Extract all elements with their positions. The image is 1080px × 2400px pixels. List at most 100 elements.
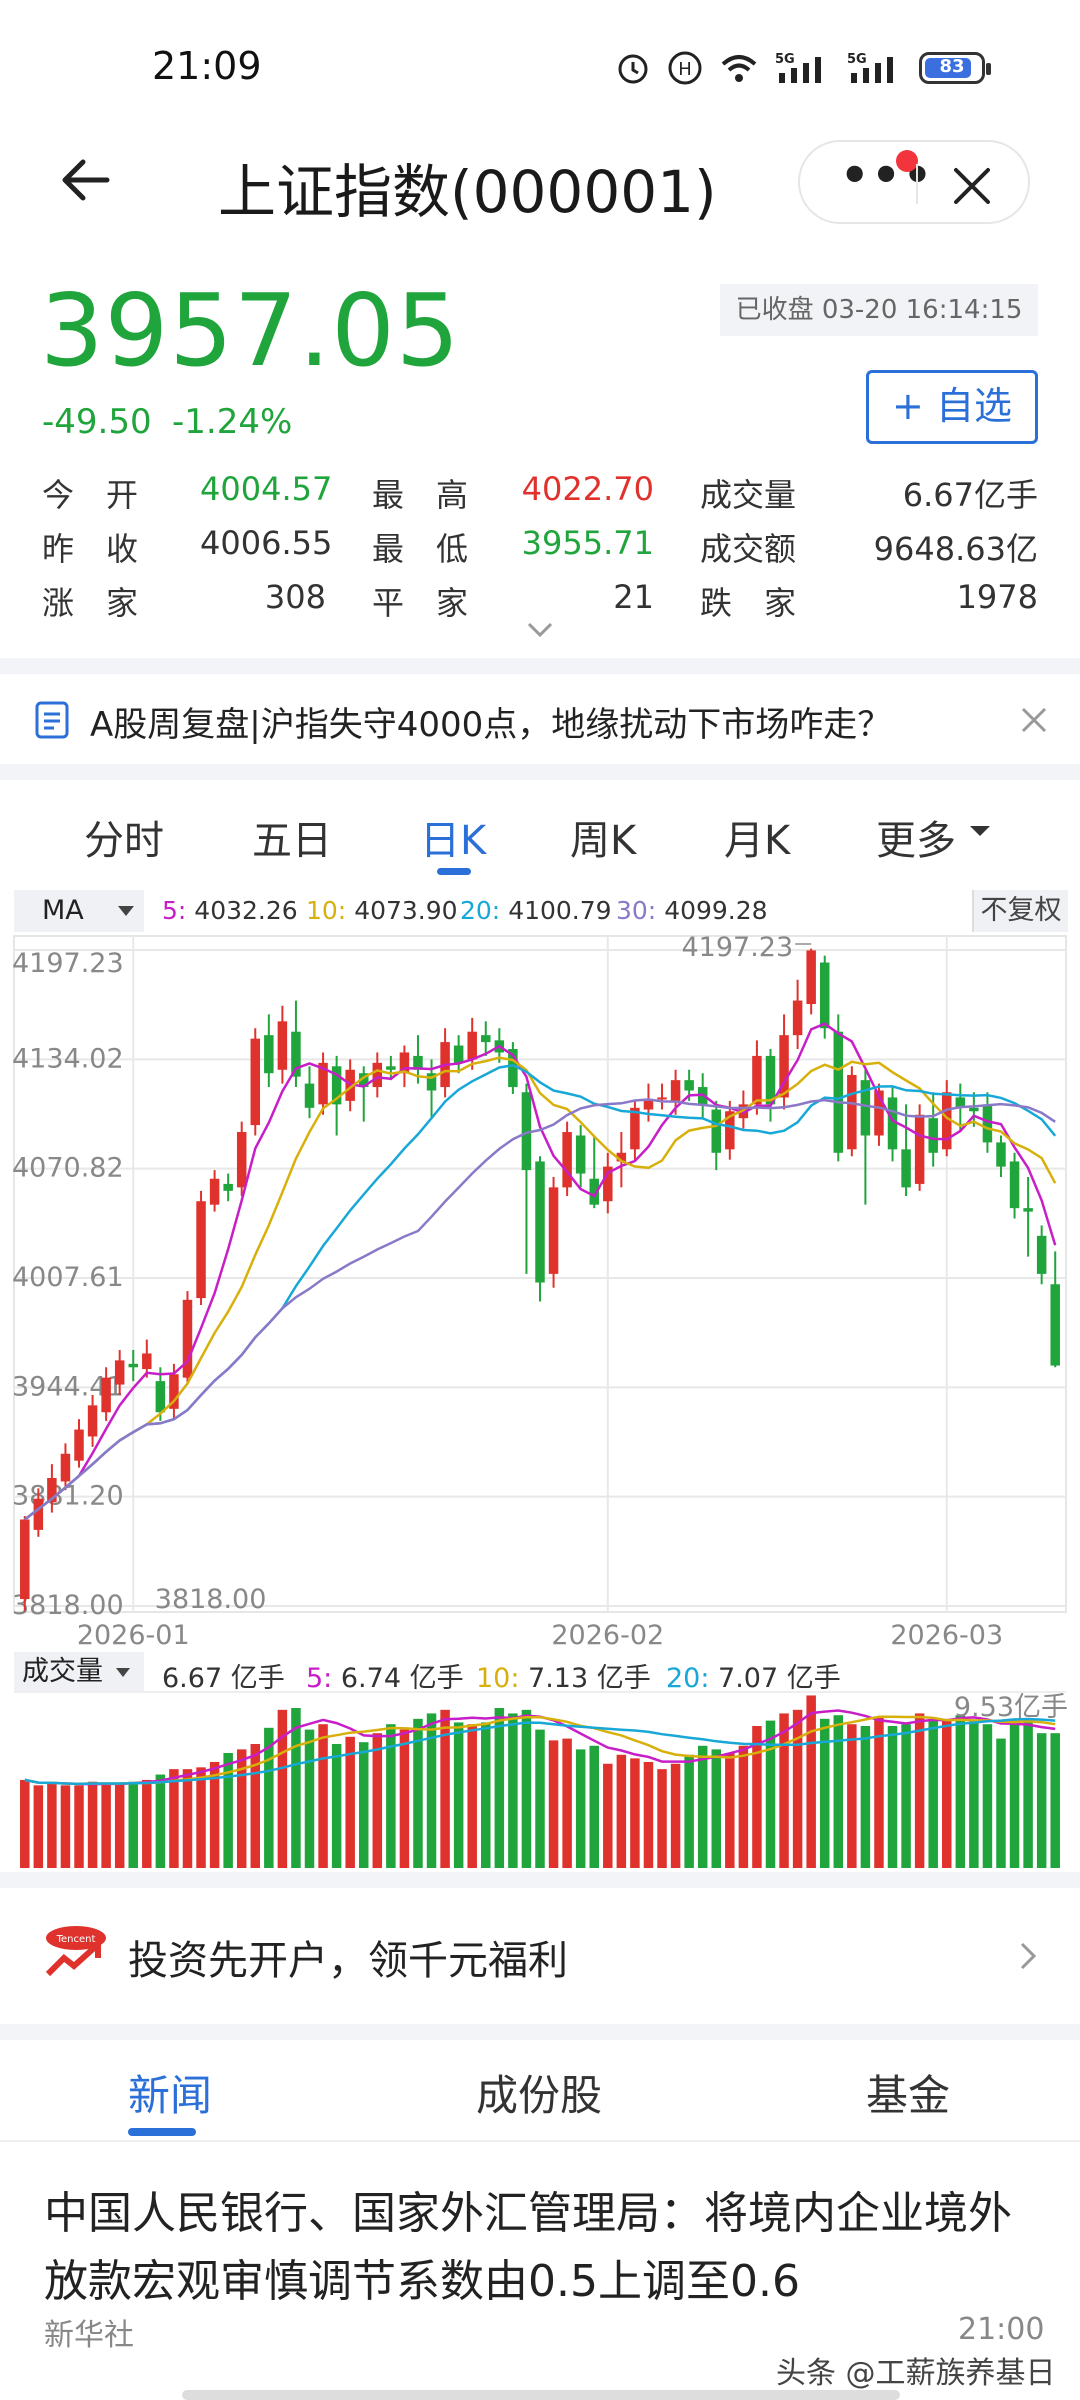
tab-weekly-k[interactable]: 周K (570, 808, 636, 866)
candle-body (1009, 1161, 1020, 1209)
tab-news[interactable]: 新闻 (128, 2062, 212, 2123)
stat-value-low: 3955.71 (521, 524, 654, 562)
candle-body (969, 1107, 979, 1112)
volume-bar (399, 1729, 410, 1868)
volume-bar (345, 1736, 355, 1868)
volume-bar (589, 1745, 599, 1868)
low-annotation: 3818.00 (155, 1584, 267, 1615)
volume-bar (535, 1729, 545, 1868)
candle-body (20, 1519, 30, 1600)
tab-monthly-k[interactable]: 月K (724, 808, 790, 866)
more-caret-icon (970, 826, 990, 836)
volume-bar (114, 1783, 125, 1868)
stat-value-up-count: 308 (264, 578, 326, 616)
chevron-right-icon[interactable] (1016, 1938, 1040, 1974)
volume-bar (182, 1769, 193, 1868)
close-icon[interactable] (950, 164, 994, 208)
stat-value-flat-count: 21 (613, 578, 654, 616)
candle-body (833, 1031, 844, 1153)
page-title: 上证指数(000001) (218, 158, 717, 226)
volume-bar (711, 1749, 722, 1868)
back-arrow-icon[interactable] (55, 150, 115, 210)
volume-bar (196, 1767, 206, 1868)
volume-bar (996, 1738, 1006, 1868)
candle-body (575, 1135, 586, 1174)
signal-icon-2: 5G (847, 52, 893, 83)
volume-bar (725, 1752, 735, 1868)
close-icon[interactable] (1018, 704, 1050, 736)
candle-body (128, 1363, 138, 1368)
volume-bar (901, 1724, 911, 1868)
promo-link[interactable]: 投资先开户，领千元福利 (128, 1928, 568, 1986)
battery-level: 83 (939, 56, 965, 77)
signal-icon-1: 5G (775, 52, 821, 83)
hd-icon: H (668, 51, 702, 85)
tab-intraday[interactable]: 分时 (84, 808, 164, 866)
candle-body (467, 1031, 477, 1060)
ma20-legend: 20: 4100.79 (460, 896, 612, 925)
volume-bar (1009, 1720, 1020, 1868)
volume-bar (928, 1718, 938, 1868)
volume-bar (155, 1774, 166, 1868)
svg-text:5G: 5G (775, 52, 795, 67)
candle-body (87, 1405, 98, 1437)
candle-body (101, 1377, 111, 1413)
volume-bar (453, 1722, 464, 1868)
volume-bar (575, 1749, 586, 1868)
candle-body (901, 1149, 911, 1188)
volume-bar (630, 1758, 640, 1868)
candle-body (535, 1161, 545, 1283)
adjust-select[interactable]: 不复权 (972, 890, 1068, 932)
volume-chart[interactable]: 9.53亿手 (0, 1650, 1080, 1870)
candle-body (250, 1038, 261, 1126)
volume-bar (643, 1761, 654, 1868)
more-menu-button[interactable]: ••• (840, 152, 932, 204)
tab-funds[interactable]: 基金 (866, 2062, 950, 2123)
article-title[interactable]: 中国人民银行、国家外汇管理局：将境内企业境外放款宏观审慎调节系数由0.5上调至0… (44, 2180, 1044, 2316)
article-time: 21:00 (958, 2312, 1045, 2347)
market-status-badge: 已收盘 03-20 16:14:15 (720, 284, 1038, 336)
volume-bar (169, 1769, 179, 1868)
volume-bar (752, 1726, 762, 1868)
candle-body (453, 1045, 464, 1063)
candlestick-chart[interactable]: 4197.234134.024070.824007.613944.413881.… (0, 930, 1080, 1650)
news-banner-link[interactable]: A股周复盘|沪指失守4000点，地缘扰动下市场咋走？ (90, 697, 891, 746)
tab-constituents[interactable]: 成份股 (476, 2062, 602, 2123)
alarm-icon (618, 54, 648, 84)
volume-bar (657, 1769, 667, 1868)
stat-value-high: 4022.70 (521, 470, 654, 508)
candle-body (684, 1080, 694, 1091)
candle-body (752, 1055, 762, 1105)
add-watchlist-button[interactable]: + 自选 (866, 370, 1038, 444)
active-content-tab-indicator (128, 2128, 196, 2136)
current-price: 3957.05 (40, 272, 461, 389)
tencent-logo-icon: Tencent (45, 1926, 106, 1977)
volume-bar (779, 1713, 789, 1868)
volume-bar (860, 1726, 871, 1868)
section-divider (0, 658, 1080, 674)
candle-body (1023, 1208, 1033, 1212)
tab-daily-k[interactable]: 日K (420, 808, 486, 866)
volume-bar (874, 1717, 884, 1868)
x-tick-label: 2026-01 (77, 1620, 190, 1650)
price-change: -49.50 (42, 402, 152, 442)
tab-five-day[interactable]: 五日 (252, 808, 332, 866)
ma-legend-bar: MA 5: 4032.26 10: 4073.90 20: 4100.79 30… (14, 890, 1068, 932)
volume-bar (467, 1724, 477, 1868)
indicator-select[interactable]: MA (14, 890, 144, 932)
candle-body (914, 1114, 925, 1184)
wifi-icon (721, 55, 757, 82)
candle-body (847, 1074, 857, 1150)
header-capsule: ••• (798, 140, 1030, 224)
stat-label-prev-close: 昨 收 (42, 530, 139, 568)
volume-bar (20, 1779, 30, 1868)
volume-bar (914, 1713, 925, 1868)
tab-more[interactable]: 更多 (876, 808, 956, 866)
volume-bar (87, 1781, 98, 1868)
volume-bar (372, 1733, 383, 1868)
volume-bar (47, 1783, 57, 1868)
volume-bar (331, 1743, 342, 1868)
x-tick-label: 2026-03 (890, 1620, 1003, 1650)
stat-label-turnover: 成交额 (700, 530, 797, 568)
expand-chevron-icon[interactable] (526, 620, 554, 640)
